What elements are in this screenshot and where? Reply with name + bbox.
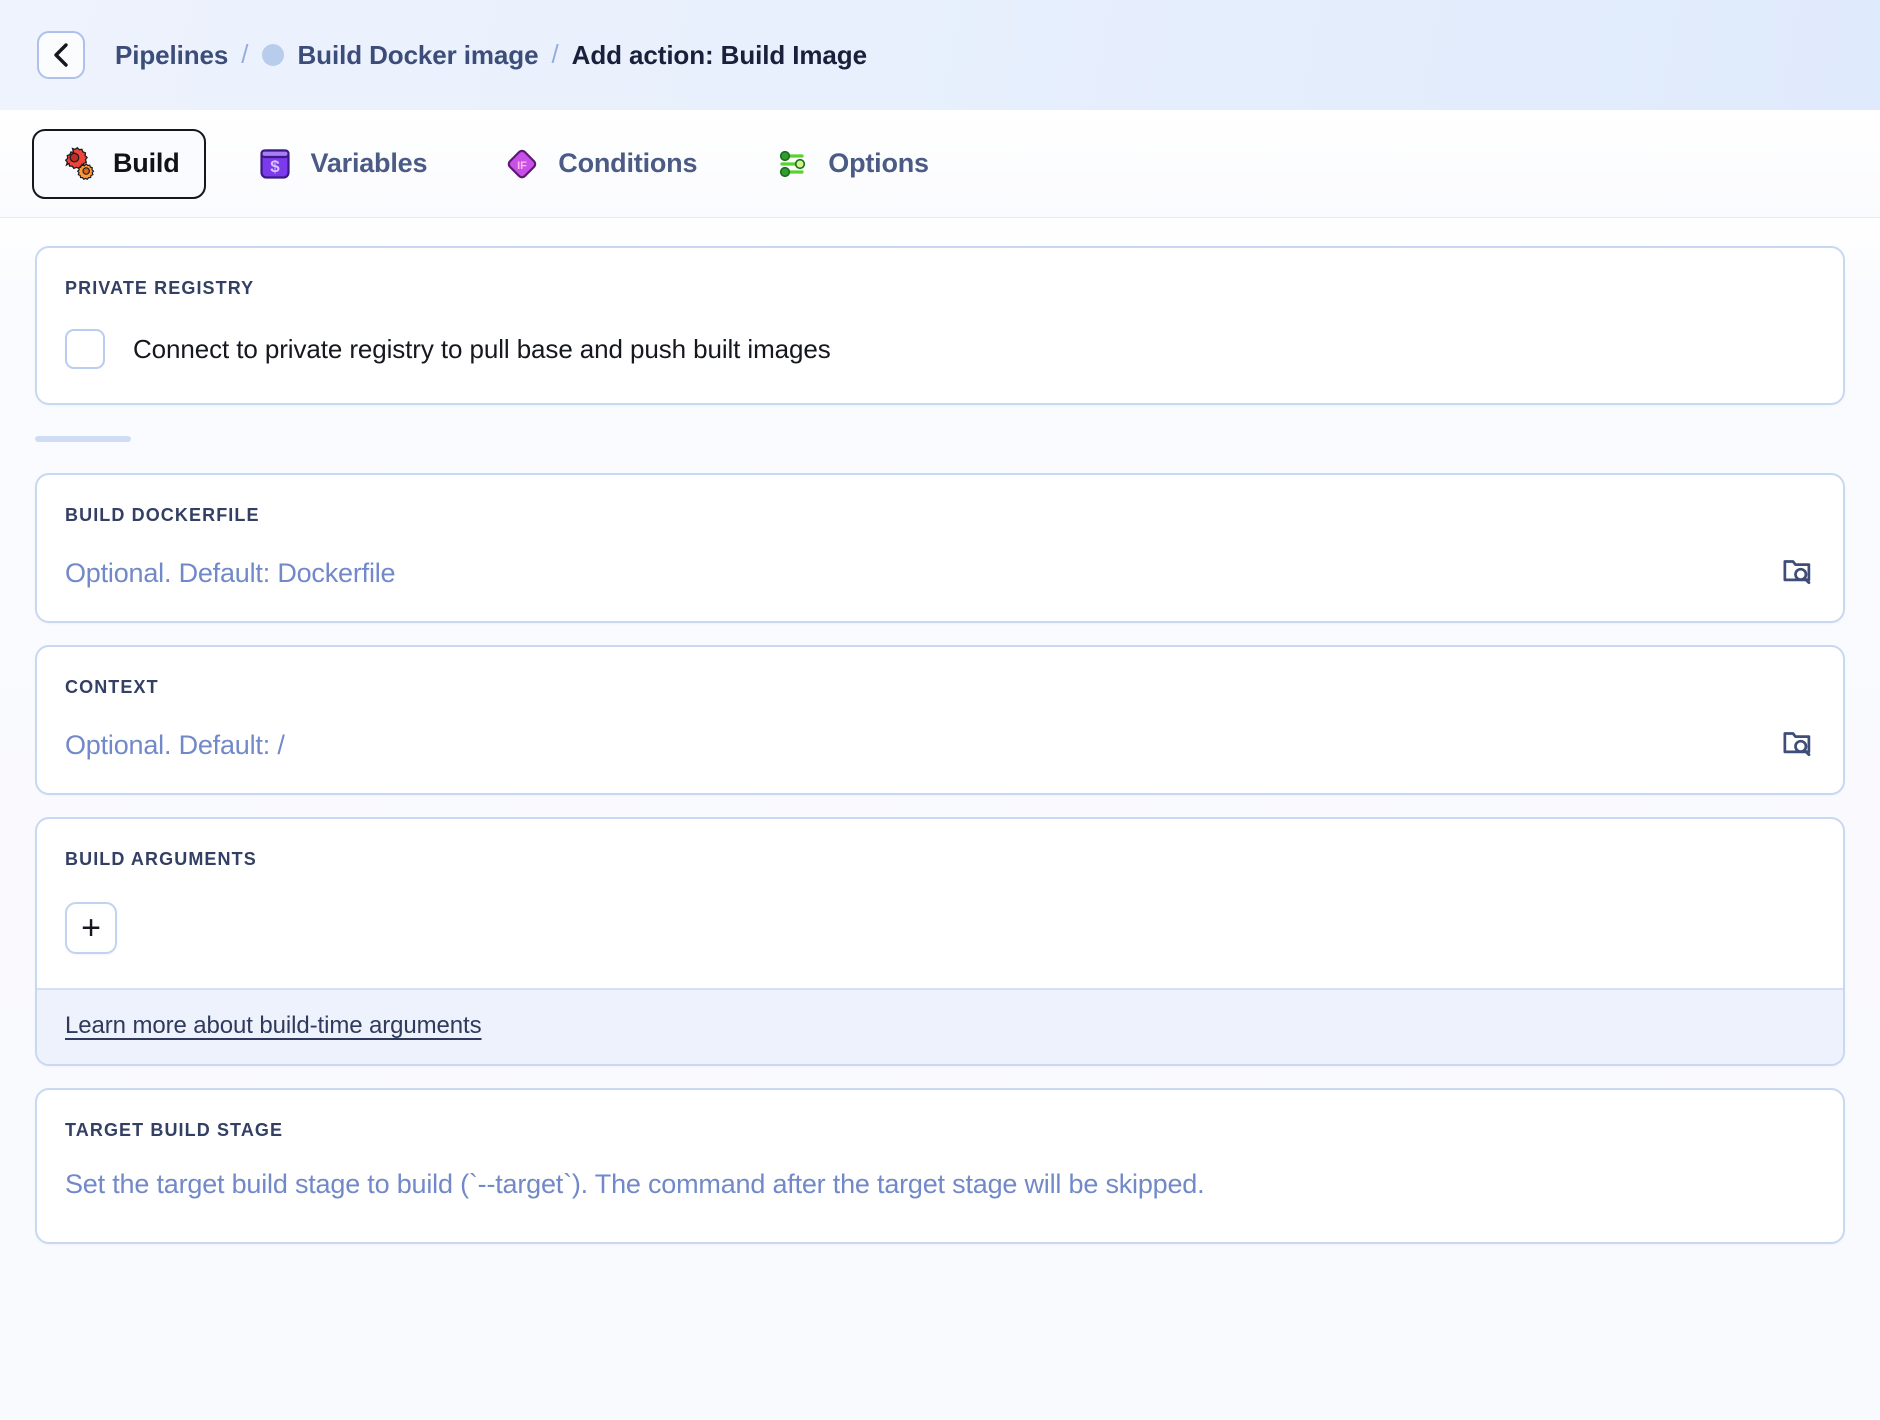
chevron-left-icon bbox=[50, 42, 72, 68]
private-registry-label: PRIVATE REGISTRY bbox=[65, 278, 255, 298]
tab-conditions[interactable]: IF Conditions bbox=[477, 129, 723, 199]
target-build-stage-card: TARGET BUILD STAGE Set the target build … bbox=[35, 1088, 1845, 1244]
private-registry-checkbox-label: Connect to private registry to pull base… bbox=[133, 333, 831, 364]
page-header: Pipelines / Build Docker image / Add act… bbox=[0, 0, 1880, 110]
folder-search-icon[interactable] bbox=[1781, 726, 1815, 765]
tab-variables[interactable]: $ Variables bbox=[230, 129, 454, 199]
breadcrumb: Pipelines / Build Docker image / Add act… bbox=[115, 38, 867, 71]
sliders-icon bbox=[773, 145, 811, 183]
private-registry-checkbox[interactable] bbox=[65, 329, 105, 369]
context-input[interactable]: Optional. Default: / bbox=[65, 730, 1781, 761]
private-registry-card: PRIVATE REGISTRY Connect to private regi… bbox=[35, 246, 1845, 405]
if-diamond-icon: IF bbox=[503, 145, 541, 183]
back-button[interactable] bbox=[37, 31, 85, 79]
plus-icon: + bbox=[81, 909, 101, 947]
status-dot-icon bbox=[261, 44, 284, 66]
breadcrumb-pipelines[interactable]: Pipelines bbox=[115, 40, 228, 71]
svg-text:IF: IF bbox=[517, 160, 527, 172]
build-arguments-footer: Learn more about build-time arguments bbox=[37, 988, 1843, 1064]
tab-build-label: Build bbox=[113, 148, 180, 178]
context-card: CONTEXT Optional. Default: / bbox=[35, 645, 1845, 795]
tab-conditions-label: Conditions bbox=[558, 148, 698, 178]
tab-options-label: Options bbox=[828, 148, 929, 178]
tab-options[interactable]: Options bbox=[747, 129, 955, 199]
action-tab-bar: Build $ Variables IF Conditions Options bbox=[0, 110, 1880, 218]
gears-icon bbox=[58, 145, 96, 183]
breadcrumb-separator-2: / bbox=[551, 38, 559, 69]
svg-text:$: $ bbox=[270, 157, 280, 176]
build-dockerfile-input[interactable]: Optional. Default: Dockerfile bbox=[65, 558, 1781, 589]
folder-search-icon[interactable] bbox=[1781, 554, 1815, 593]
build-dockerfile-card: BUILD DOCKERFILE Optional. Default: Dock… bbox=[35, 473, 1845, 623]
breadcrumb-separator: / bbox=[241, 38, 249, 69]
section-divider bbox=[35, 436, 131, 442]
add-build-argument-button[interactable]: + bbox=[65, 902, 117, 954]
target-build-stage-input[interactable]: Set the target build stage to build (`--… bbox=[65, 1169, 1815, 1200]
context-label: CONTEXT bbox=[65, 677, 159, 697]
breadcrumb-pipeline-name[interactable]: Build Docker image bbox=[298, 40, 539, 71]
target-build-stage-label: TARGET BUILD STAGE bbox=[65, 1120, 284, 1140]
dollar-square-icon: $ bbox=[256, 145, 294, 183]
tab-variables-label: Variables bbox=[310, 148, 428, 178]
build-arguments-card: BUILD ARGUMENTS + Learn more about build… bbox=[35, 817, 1845, 1066]
tab-build[interactable]: Build bbox=[32, 128, 206, 199]
build-dockerfile-label: BUILD DOCKERFILE bbox=[65, 505, 260, 525]
action-form: PRIVATE REGISTRY Connect to private regi… bbox=[0, 218, 1880, 1419]
build-arguments-label: BUILD ARGUMENTS bbox=[65, 849, 257, 869]
breadcrumb-current: Add action: Build Image bbox=[571, 39, 867, 70]
build-arguments-learn-more-link[interactable]: Learn more about build-time arguments bbox=[65, 1012, 482, 1039]
